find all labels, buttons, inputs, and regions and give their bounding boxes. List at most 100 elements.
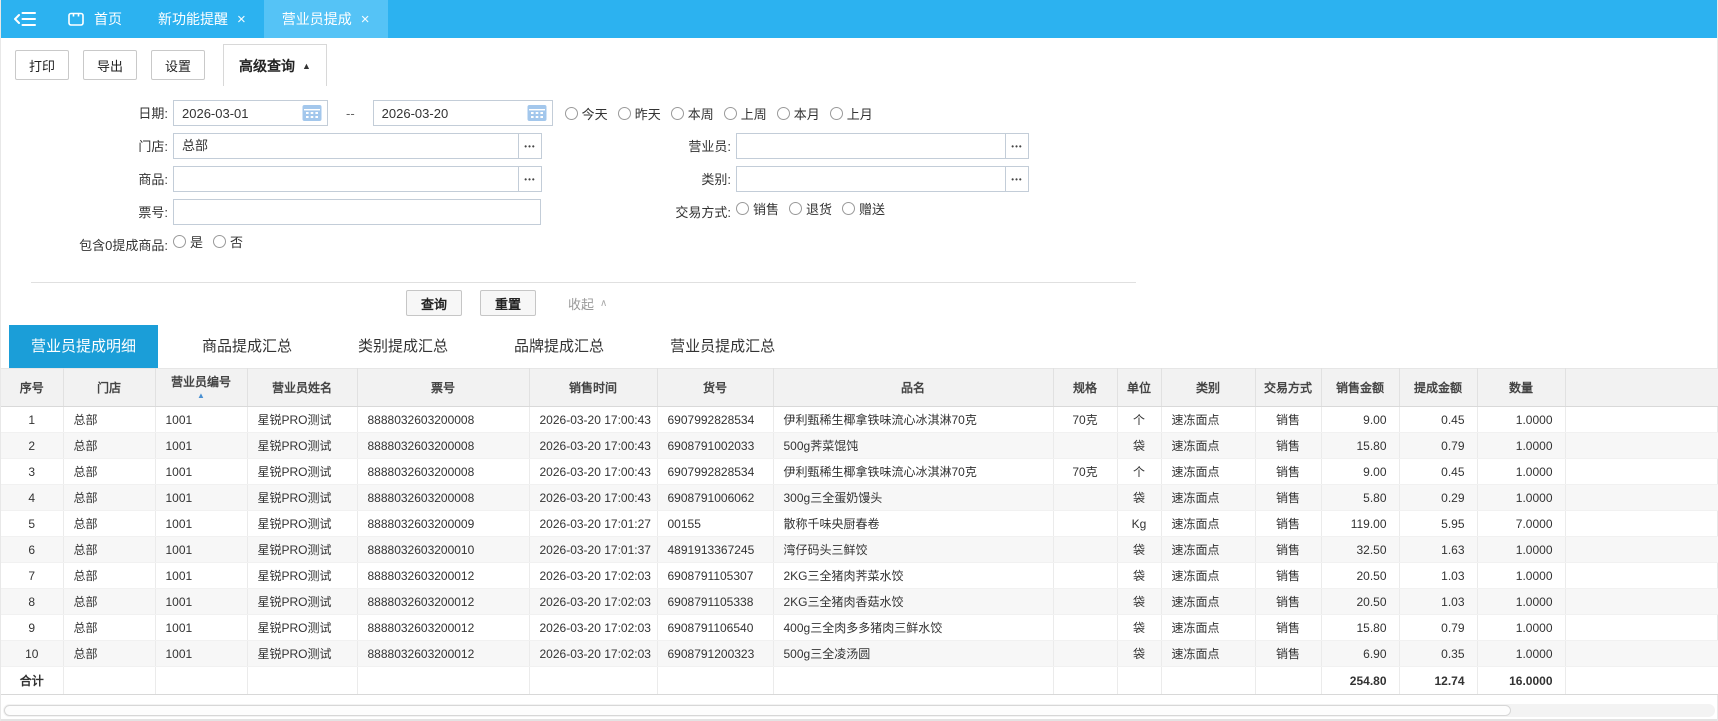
date-to-value[interactable]: 2026-03-20: [374, 106, 527, 121]
date-from-value[interactable]: 2026-03-01: [174, 106, 302, 121]
table-row[interactable]: 3 总部 1001 星锐PRO测试 8888032603200008 2026-03-20…: [1, 458, 1718, 485]
table-row[interactable]: 4 总部 1001 星锐PRO测试 8888032603200008 2026-03-20…: [1, 484, 1718, 511]
advanced-query-button[interactable]: 高级查询 ▲: [223, 44, 327, 86]
clerk-lookup-button[interactable]: •••: [1005, 134, 1028, 158]
category-value[interactable]: [737, 167, 1005, 191]
column-header-9[interactable]: 单位: [1117, 368, 1162, 407]
radio-icon[interactable]: [213, 235, 227, 248]
tab-clerk-commission[interactable]: 营业员提成 ×: [263, 0, 388, 38]
category-lookup-button[interactable]: •••: [1005, 167, 1028, 191]
quick-date-option[interactable]: 今天: [564, 104, 608, 123]
zero-commission-option[interactable]: 否: [213, 232, 243, 251]
trade-type-option[interactable]: 赠送: [842, 199, 885, 218]
table-row[interactable]: 9 总部 1001 星锐PRO测试 8888032603200012 2026-03-20…: [1, 614, 1718, 641]
column-header-11[interactable]: 交易方式: [1255, 368, 1322, 407]
radio-icon[interactable]: [173, 235, 186, 248]
column-header-8[interactable]: 规格: [1053, 368, 1118, 407]
store-input[interactable]: 总部 •••: [173, 133, 542, 159]
calendar-icon[interactable]: [302, 104, 324, 122]
settings-button[interactable]: 设置: [151, 50, 206, 80]
product-lookup-button[interactable]: •••: [518, 167, 541, 191]
subtab-0[interactable]: 营业员提成明细: [9, 325, 159, 368]
table-row[interactable]: 6 总部 1001 星锐PRO测试 8888032603200010 2026-03-20…: [1, 536, 1718, 563]
cell: 1001: [155, 588, 248, 615]
quick-date-option[interactable]: 上月: [829, 104, 873, 123]
column-header-5[interactable]: 销售时间: [529, 368, 658, 407]
cell: [1053, 562, 1118, 589]
quick-date-option[interactable]: 昨天: [617, 104, 661, 123]
column-header-0[interactable]: 序号: [1, 368, 64, 407]
zero-commission-option[interactable]: 是: [173, 232, 203, 251]
clerk-value[interactable]: [737, 134, 1005, 158]
column-header-4[interactable]: 票号: [357, 368, 530, 407]
radio-icon[interactable]: [829, 106, 843, 120]
column-header-13[interactable]: 提成金额: [1399, 368, 1478, 407]
close-icon[interactable]: ×: [361, 12, 370, 27]
subtab-4[interactable]: 营业员提成汇总: [648, 325, 797, 368]
radio-icon[interactable]: [842, 202, 856, 215]
clerk-input[interactable]: •••: [736, 133, 1029, 159]
ticket-input[interactable]: [173, 199, 541, 225]
collapse-panel-link[interactable]: 收起 ∧: [568, 294, 607, 313]
subtab-2[interactable]: 类别提成汇总: [336, 325, 470, 368]
cell: 20.50: [1321, 588, 1400, 615]
table-row[interactable]: 7 总部 1001 星锐PRO测试 8888032603200012 2026-03-20…: [1, 562, 1718, 589]
radio-icon[interactable]: [776, 106, 790, 120]
tab-new-feature[interactable]: 新功能提醒 ×: [140, 0, 264, 38]
column-header-12[interactable]: 销售金额: [1321, 368, 1400, 407]
product-value[interactable]: [174, 167, 518, 191]
close-icon[interactable]: ×: [237, 12, 246, 27]
reset-button[interactable]: 重置: [480, 290, 537, 316]
cell: 0.45: [1399, 458, 1478, 485]
cell: 2026-03-20 17:02:03: [529, 640, 658, 667]
calendar-icon[interactable]: [527, 104, 549, 122]
column-header-2[interactable]: 营业员编号 ▲: [155, 368, 248, 407]
subtab-3[interactable]: 品牌提成汇总: [492, 325, 626, 368]
cell: 伊利甄稀生椰拿铁味流心冰淇淋70克: [773, 458, 1054, 485]
export-button[interactable]: 导出: [83, 50, 138, 80]
date-to-input[interactable]: 2026-03-20: [372, 100, 553, 126]
menu-collapse-icon[interactable]: [1, 0, 49, 38]
column-header-7[interactable]: 品名: [773, 368, 1054, 407]
radio-icon[interactable]: [789, 202, 803, 215]
table-row[interactable]: 8 总部 1001 星锐PRO测试 8888032603200012 2026-03-20…: [1, 588, 1718, 615]
quick-date-option[interactable]: 上周: [723, 104, 767, 123]
column-header-1[interactable]: 门店: [63, 368, 156, 407]
date-from-input[interactable]: 2026-03-01: [173, 100, 328, 126]
radio-icon[interactable]: [670, 106, 684, 120]
cell: 2026-03-20 17:00:43: [529, 432, 658, 459]
quick-date-option[interactable]: 本周: [670, 104, 714, 123]
store-lookup-button[interactable]: •••: [518, 134, 541, 158]
query-button[interactable]: 查询: [406, 290, 463, 316]
table-row[interactable]: 10 总部 1001 星锐PRO测试 8888032603200012 2026-03-2…: [1, 640, 1718, 667]
scrollbar-thumb[interactable]: [4, 705, 1511, 716]
column-header-6[interactable]: 货号: [657, 368, 774, 407]
trade-type-option-label: 赠送: [859, 202, 886, 217]
table-row[interactable]: 2 总部 1001 星锐PRO测试 8888032603200008 2026-03-20…: [1, 432, 1718, 459]
category-input[interactable]: •••: [736, 166, 1029, 192]
radio-icon[interactable]: [736, 202, 749, 215]
tab-home[interactable]: 首页: [49, 0, 140, 38]
subtab-1[interactable]: 商品提成汇总: [180, 325, 314, 368]
radio-icon[interactable]: [723, 106, 737, 120]
trade-type-option[interactable]: 销售: [736, 199, 779, 218]
sort-ascending-icon: ▲: [197, 391, 205, 400]
cell: 星锐PRO测试: [247, 536, 358, 563]
column-header-10[interactable]: 类别: [1161, 368, 1256, 407]
quick-date-option[interactable]: 本月: [776, 104, 820, 123]
table-row[interactable]: 1 总部 1001 星锐PRO测试 8888032603200008 2026-03-20…: [1, 406, 1718, 433]
cell: 500g荠菜馄饨: [773, 432, 1054, 459]
trade-type-option[interactable]: 退货: [789, 199, 832, 218]
store-value[interactable]: 总部: [174, 134, 518, 158]
column-header-14[interactable]: 数量: [1477, 368, 1566, 407]
cell: 袋: [1117, 484, 1162, 511]
column-header-3[interactable]: 营业员姓名: [247, 368, 358, 407]
radio-icon[interactable]: [564, 106, 578, 120]
horizontal-scrollbar[interactable]: [3, 704, 1715, 717]
product-input[interactable]: •••: [173, 166, 542, 192]
radio-icon[interactable]: [617, 106, 631, 120]
print-button[interactable]: 打印: [15, 50, 70, 80]
storefront-icon: [67, 11, 85, 27]
total-cell: [155, 666, 248, 695]
table-row[interactable]: 5 总部 1001 星锐PRO测试 8888032603200009 2026-03-20…: [1, 510, 1718, 537]
